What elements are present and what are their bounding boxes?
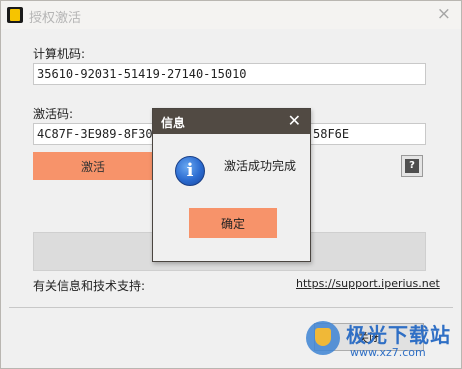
- license-activation-window: 授权激活 × 计算机码: 35610-92031-51419-27140-150…: [0, 0, 462, 369]
- activation-code-value-right: 58F6E: [313, 127, 350, 141]
- watermark: 极光下载站 www.xz7.com: [306, 319, 456, 363]
- watermark-brand: 极光下载站: [346, 323, 451, 347]
- dialog-message: 激活成功完成: [224, 159, 297, 173]
- dialog-close-icon[interactable]: ✕: [288, 111, 301, 130]
- dialog-title: 信息: [161, 116, 186, 130]
- info-icon-glyph: i: [186, 160, 194, 181]
- watermark-logo-icon: [306, 321, 340, 355]
- help-icon: ?: [405, 159, 419, 173]
- window-title: 授权激活: [29, 11, 82, 26]
- support-link[interactable]: https://support.iperius.net: [296, 277, 440, 290]
- app-logo-icon: [7, 7, 23, 23]
- dialog-titlebar: 信息 ✕: [153, 109, 310, 134]
- info-dialog: 信息 ✕ i 激活成功完成 确定: [152, 108, 311, 262]
- activation-code-label: 激活码:: [33, 107, 74, 121]
- ok-button[interactable]: 确定: [189, 208, 277, 238]
- activation-code-value-left: 4C87F-3E989-8F302-: [37, 127, 168, 141]
- watermark-url: www.xz7.com: [350, 346, 426, 359]
- info-icon: i: [175, 156, 205, 186]
- activate-button[interactable]: 激活: [33, 152, 153, 180]
- computer-code-label: 计算机码:: [33, 47, 86, 61]
- computer-code-field[interactable]: 35610-92031-51419-27140-15010: [33, 63, 426, 85]
- footer-divider: [9, 307, 453, 308]
- help-button[interactable]: ?: [401, 155, 423, 177]
- window-close-icon[interactable]: ×: [437, 4, 451, 24]
- titlebar: 授权激活 ×: [1, 1, 461, 29]
- support-label: 有关信息和技术支持:: [33, 279, 146, 293]
